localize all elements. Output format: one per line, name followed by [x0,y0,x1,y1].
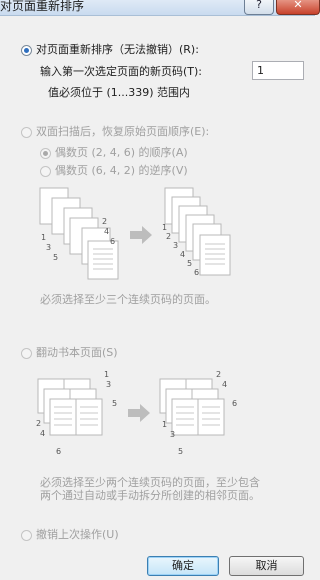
duplex-after-page-2: 2 [166,232,171,241]
duplex-before-page-6: 6 [110,237,115,246]
undo-radio[interactable] [21,530,32,541]
new-page-prompt: 输入第一次选定页面的新页码(T): [40,65,203,78]
duplex-before-page-3: 3 [46,243,51,252]
flip-before-page-6: 6 [56,447,61,456]
flip-after-page-1: 1 [162,420,167,429]
duplex-before-page-1: 1 [41,233,46,242]
duplex-after-page-3: 3 [173,241,178,250]
flip-note-line-2: 两个通过自动或手动拆分所创建的相邻页面。 [40,489,260,502]
flip-after-page-6: 6 [232,399,237,408]
flip-before-page-5: 5 [112,399,117,408]
flip-note-line-1: 必须选择至少两个连续页码的页面，至少包含 [40,476,260,489]
flip-after-page-2: 2 [216,370,221,379]
duplex-note: 必须选择至少三个连续页码的页面。 [40,293,216,306]
arrow-icon [130,226,152,244]
duplex-before-page-2: 2 [102,217,107,226]
flip-before-page-4: 4 [40,429,45,438]
flip-radio[interactable] [21,348,32,359]
close-button[interactable]: ✕ [276,0,320,15]
duplex-before-page-5: 5 [53,253,58,262]
reorder-label[interactable]: 对页面重新排序（无法撤销）(R): [36,43,199,57]
close-icon: ✕ [293,0,303,11]
even-reverse-radio[interactable] [40,166,51,177]
title-bar: 对页面重新排序 ? ✕ [0,0,320,16]
arrow-icon [128,404,150,422]
flip-after-page-3: 3 [170,430,175,439]
flip-label[interactable]: 翻动书本页面(S) [36,346,118,360]
duplex-label[interactable]: 双面扫描后，恢复原始页面顺序(E): [36,125,209,139]
ok-button[interactable]: 确定 [147,556,219,576]
flip-illustration: 1 2 3 4 5 6 1 2 3 4 5 6 [36,370,237,456]
range-note: 值必须位于 (1...339) 范围内 [48,86,191,99]
reorder-radio[interactable] [21,45,32,56]
duplex-illustration: 1 2 3 4 5 6 1 2 3 4 5 6 [39,187,231,280]
even-reverse-label[interactable]: 偶数页 (6, 4, 2) 的逆序(V) [55,164,188,178]
duplex-before-page-4: 4 [104,227,109,236]
duplex-radio[interactable] [21,127,32,138]
new-page-number-input[interactable]: 1 [252,61,304,80]
flip-before-page-1: 1 [104,370,109,379]
flip-after-page-5: 5 [178,447,183,456]
cancel-button[interactable]: 取消 [229,556,304,576]
duplex-after-page-6: 6 [194,268,199,277]
flip-before-page-3: 3 [106,380,111,389]
undo-label[interactable]: 撤销上次操作(U) [36,528,119,542]
even-order-radio[interactable] [40,148,51,159]
window-title: 对页面重新排序 [0,0,85,13]
flip-after-page-4: 4 [222,380,227,389]
duplex-after-page-4: 4 [180,250,185,259]
duplex-after-page-5: 5 [187,259,192,268]
duplex-after-page-1: 1 [162,223,167,232]
help-icon: ? [256,0,262,11]
flip-before-page-2: 2 [36,419,41,428]
help-button[interactable]: ? [244,0,274,15]
even-order-label[interactable]: 偶数页 (2, 4, 6) 的顺序(A) [55,146,188,160]
